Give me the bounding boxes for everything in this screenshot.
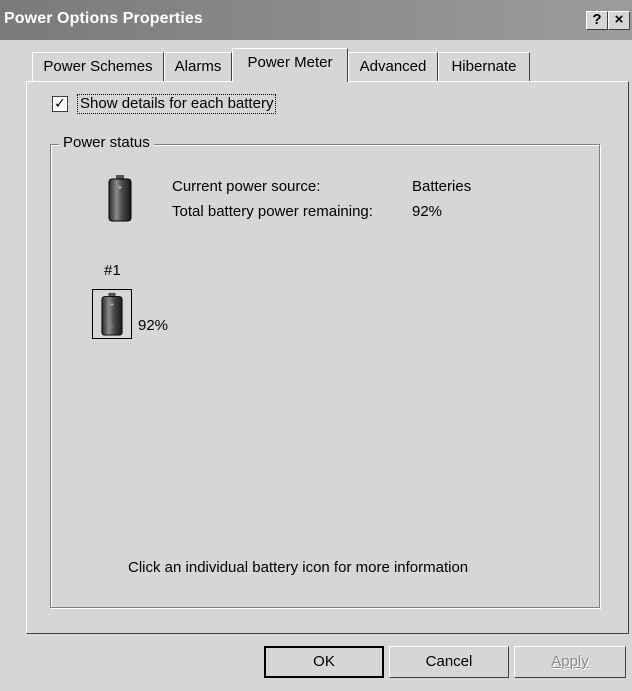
apply-button-label: Apply [551,653,589,670]
svg-text:−: − [110,322,114,331]
tab-hibernate[interactable]: Hibernate [438,52,530,81]
close-button[interactable]: × [608,11,630,30]
battery-1-icon: + − [101,292,123,336]
current-source-label: Current power source: [172,178,321,195]
power-status-legend: Power status [59,134,154,151]
svg-text:+: + [110,300,114,309]
total-remaining-label: Total battery power remaining: [172,203,373,220]
svg-text:+: + [118,183,123,192]
current-source-value: Batteries [412,178,472,195]
battery-1-button[interactable]: + − [92,289,132,339]
ok-button[interactable]: OK [264,646,384,678]
total-remaining-value: 92% [412,203,443,220]
ok-button-label: OK [313,653,335,670]
hint-text: Click an individual battery icon for mor… [128,559,469,576]
power-options-window: Power Options Properties ? × Power Schem… [0,0,632,691]
tab-label: Power Schemes [43,58,153,75]
tab-label: Power Meter [247,54,333,71]
details-checkbox-label[interactable]: Show details for each battery [77,94,277,114]
tab-advanced[interactable]: Advanced [348,52,438,81]
window-title: Power Options Properties [4,10,203,27]
apply-button[interactable]: Apply [514,646,626,678]
cancel-button-label: Cancel [425,653,473,670]
battery-number-label: #1 [104,262,121,279]
battery-icon: + [108,175,132,222]
tab-label: Advanced [359,58,427,75]
tab-label: Alarms [174,58,222,75]
tab-label: Hibernate [451,58,517,75]
tab-alarms[interactable]: Alarms [164,52,232,81]
details-checkbox[interactable]: ✓ [52,96,68,112]
cancel-button[interactable]: Cancel [389,646,509,678]
title-bar[interactable]: Power Options Properties ? × [0,0,632,40]
help-button[interactable]: ? [586,11,608,30]
battery-1-percent: 92% [138,317,169,334]
tab-power-meter[interactable]: Power Meter [232,48,348,82]
tab-power-schemes[interactable]: Power Schemes [32,52,164,81]
